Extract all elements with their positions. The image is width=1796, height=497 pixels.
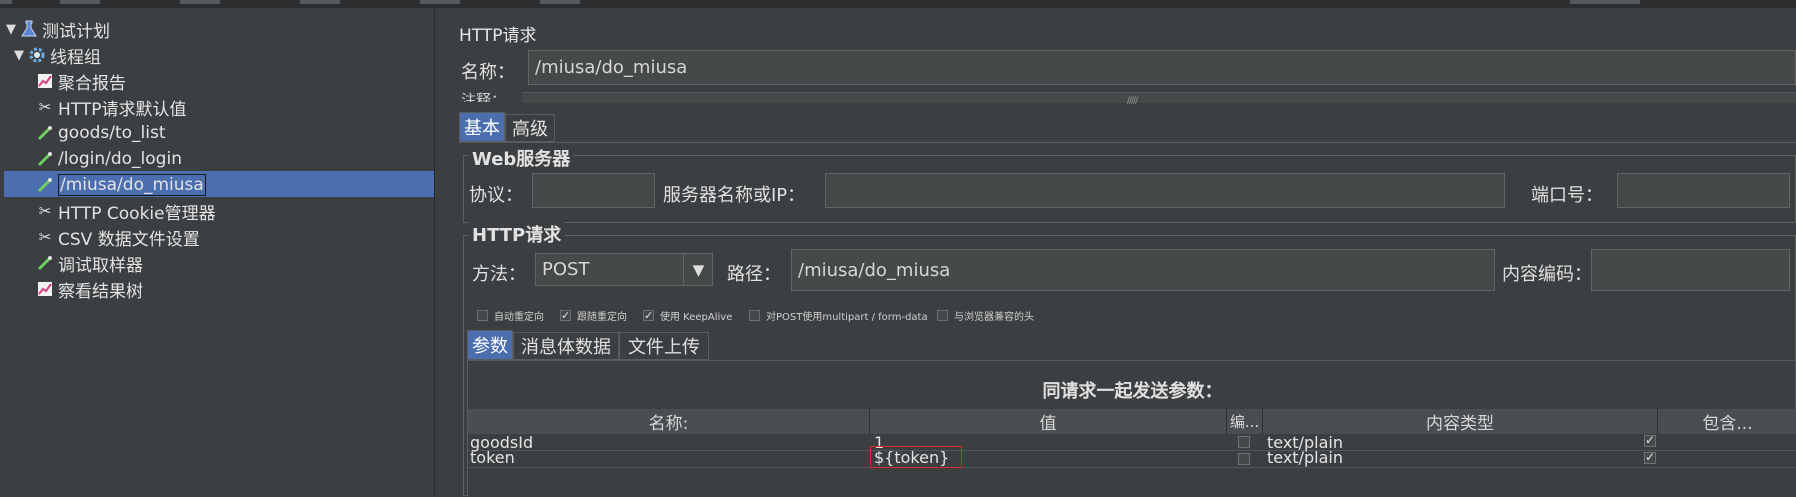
content-type-cell[interactable]: text/plain: [1267, 448, 1343, 467]
expand-arrow-icon[interactable]: ▼: [14, 48, 28, 63]
encoding-field[interactable]: [1591, 249, 1790, 291]
checkbox-label: 对POST使用multipart / form-data: [766, 312, 928, 323]
tree-item-csv-config[interactable]: ✂ CSV 数据文件设置: [36, 224, 200, 250]
panel-title: HTTP请求: [459, 26, 537, 46]
parameters-caption: 同请求一起发送参数：: [1042, 381, 1223, 402]
http-request-title: HTTP请求: [469, 221, 565, 247]
tree-item-debug-sampler[interactable]: 调试取样器: [36, 250, 143, 276]
report-chart-icon: [36, 72, 54, 90]
sampler-pipette-icon: [36, 150, 54, 168]
checkmark-icon[interactable]: ✓: [643, 310, 654, 321]
tree-item-goods-to-list[interactable]: goods/to_list: [36, 120, 166, 146]
method-label: 方法：: [472, 264, 526, 285]
tab-divider: [459, 142, 1796, 143]
tree-item-label: 察看结果树: [58, 281, 143, 302]
server-label: 服务器名称或IP：: [663, 185, 806, 206]
tree-item-label: /login/do_login: [58, 149, 182, 169]
column-header-value[interactable]: 值: [870, 409, 1227, 434]
encode-checkbox[interactable]: [1238, 436, 1250, 448]
column-header-content-type[interactable]: 内容类型: [1263, 409, 1658, 434]
tree-item-test-plan[interactable]: ▼ 测试计划: [6, 16, 110, 42]
port-field[interactable]: [1617, 173, 1790, 208]
chevron-down-icon[interactable]: ▼: [683, 254, 713, 285]
web-server-title: Web服务器: [469, 145, 574, 171]
tab-advanced[interactable]: 高级: [505, 114, 555, 142]
server-field[interactable]: [825, 173, 1505, 208]
method-value: POST: [542, 259, 590, 280]
test-plan-flask-icon: [20, 20, 38, 38]
tree-item-label: HTTP Cookie管理器: [58, 203, 216, 224]
sampler-pipette-icon: [36, 176, 54, 194]
tree-item-label: 调试取样器: [58, 255, 143, 276]
checkbox-label: 使用 KeepAlive: [660, 312, 733, 323]
checkbox-box[interactable]: [477, 310, 488, 321]
encoding-label: 内容编码：: [1502, 264, 1592, 285]
tree-item-cookie-manager[interactable]: ✂ HTTP Cookie管理器: [36, 198, 216, 224]
tree-item-label: 聚合报告: [58, 73, 126, 94]
tab-body-data[interactable]: 消息体数据: [513, 332, 619, 360]
parameters-panel: 同请求一起发送参数： 名称: 值 编... 内容类型 包含... goodsId…: [467, 360, 1796, 497]
tree-item-aggregate-report[interactable]: 聚合报告: [36, 68, 126, 94]
protocol-label: 协议：: [469, 185, 523, 206]
checkmark-icon[interactable]: ✓: [1644, 434, 1656, 447]
tree-item-label: 测试计划: [42, 21, 110, 42]
checkbox-label: 与浏览器兼容的头: [954, 312, 1034, 323]
comment-label: 注释：: [461, 91, 507, 102]
encode-checkbox[interactable]: [1238, 453, 1250, 465]
tree-item-label: CSV 数据文件设置: [58, 229, 200, 250]
sampler-pipette-icon: [36, 124, 54, 142]
tree-item-miusa[interactable]: /miusa/do_miusa: [36, 172, 206, 198]
thread-group-gear-icon: [28, 46, 46, 64]
tree-item-thread-group[interactable]: ▼ 线程组: [14, 42, 101, 68]
tree-item-results-tree[interactable]: 察看结果树: [36, 276, 143, 302]
tab-basic[interactable]: 基本: [459, 112, 505, 142]
test-plan-tree[interactable]: ▼ 测试计划 ▼ 线程组 聚合报告 ✂ HTTP请求默认值 goods/to_l…: [0, 8, 434, 496]
tree-item-label: 线程组: [50, 47, 101, 68]
parameters-table[interactable]: 名称: 值 编... 内容类型 包含... goodsId 1 text/pla…: [468, 409, 1796, 497]
pane-splitter[interactable]: [434, 8, 448, 496]
comment-resize-grip-icon[interactable]: /////: [1127, 96, 1138, 106]
config-scissors-icon: ✂: [38, 228, 52, 246]
path-field[interactable]: /miusa/do_miusa: [791, 249, 1495, 291]
http-request-panel: HTTP请求 名称： /miusa/do_miusa 注释： ///// 基本 …: [447, 8, 1796, 497]
highlight-annotation-box: [870, 446, 962, 468]
checkbox-label: 跟随重定向: [577, 312, 627, 323]
tree-item-label: HTTP请求默认值: [58, 99, 187, 120]
tree-item-label: goods/to_list: [58, 123, 166, 143]
tree-item-login[interactable]: /login/do_login: [36, 146, 182, 172]
top-toolbar-strip: [0, 0, 1796, 8]
name-field[interactable]: /miusa/do_miusa: [528, 50, 1796, 85]
checkbox-label: 自动重定向: [494, 312, 544, 323]
port-label: 端口号：: [1531, 185, 1603, 206]
checkbox-box[interactable]: [937, 310, 948, 321]
path-label: 路径：: [727, 264, 781, 285]
checkbox-box[interactable]: [749, 310, 760, 321]
config-scissors-icon: ✂: [38, 98, 52, 116]
follow-redirect-checkbox[interactable]: ✓ 跟随重定向: [560, 308, 627, 323]
listener-chart-icon: [36, 280, 54, 298]
tab-file-upload[interactable]: 文件上传: [619, 332, 709, 360]
auto-redirect-checkbox[interactable]: 自动重定向: [477, 308, 544, 323]
param-name-cell[interactable]: token: [470, 448, 515, 467]
table-row[interactable]: goodsId 1 text/plain ✓: [468, 433, 1796, 452]
comment-field[interactable]: [522, 92, 1796, 103]
checkmark-icon[interactable]: ✓: [560, 310, 571, 321]
tab-parameters[interactable]: 参数: [467, 330, 513, 360]
config-scissors-icon: ✂: [38, 202, 52, 220]
multipart-checkbox[interactable]: 对POST使用multipart / form-data: [749, 308, 928, 323]
checkmark-icon[interactable]: ✓: [1644, 451, 1656, 464]
protocol-field[interactable]: [532, 173, 655, 208]
tree-item-http-defaults[interactable]: ✂ HTTP请求默认值: [36, 94, 187, 120]
tree-item-label: /miusa/do_miusa: [58, 174, 206, 196]
column-header-encode[interactable]: 编...: [1227, 409, 1263, 434]
name-label: 名称：: [461, 62, 515, 83]
keepalive-checkbox[interactable]: ✓ 使用 KeepAlive: [643, 308, 732, 323]
column-header-name[interactable]: 名称:: [468, 409, 870, 434]
column-header-include[interactable]: 包含...: [1658, 409, 1796, 434]
browser-headers-checkbox[interactable]: 与浏览器兼容的头: [937, 308, 1034, 323]
expand-arrow-icon[interactable]: ▼: [6, 22, 20, 37]
table-row[interactable]: token ${token} text/plain ✓: [468, 448, 1796, 468]
sampler-pipette-icon: [36, 254, 54, 272]
